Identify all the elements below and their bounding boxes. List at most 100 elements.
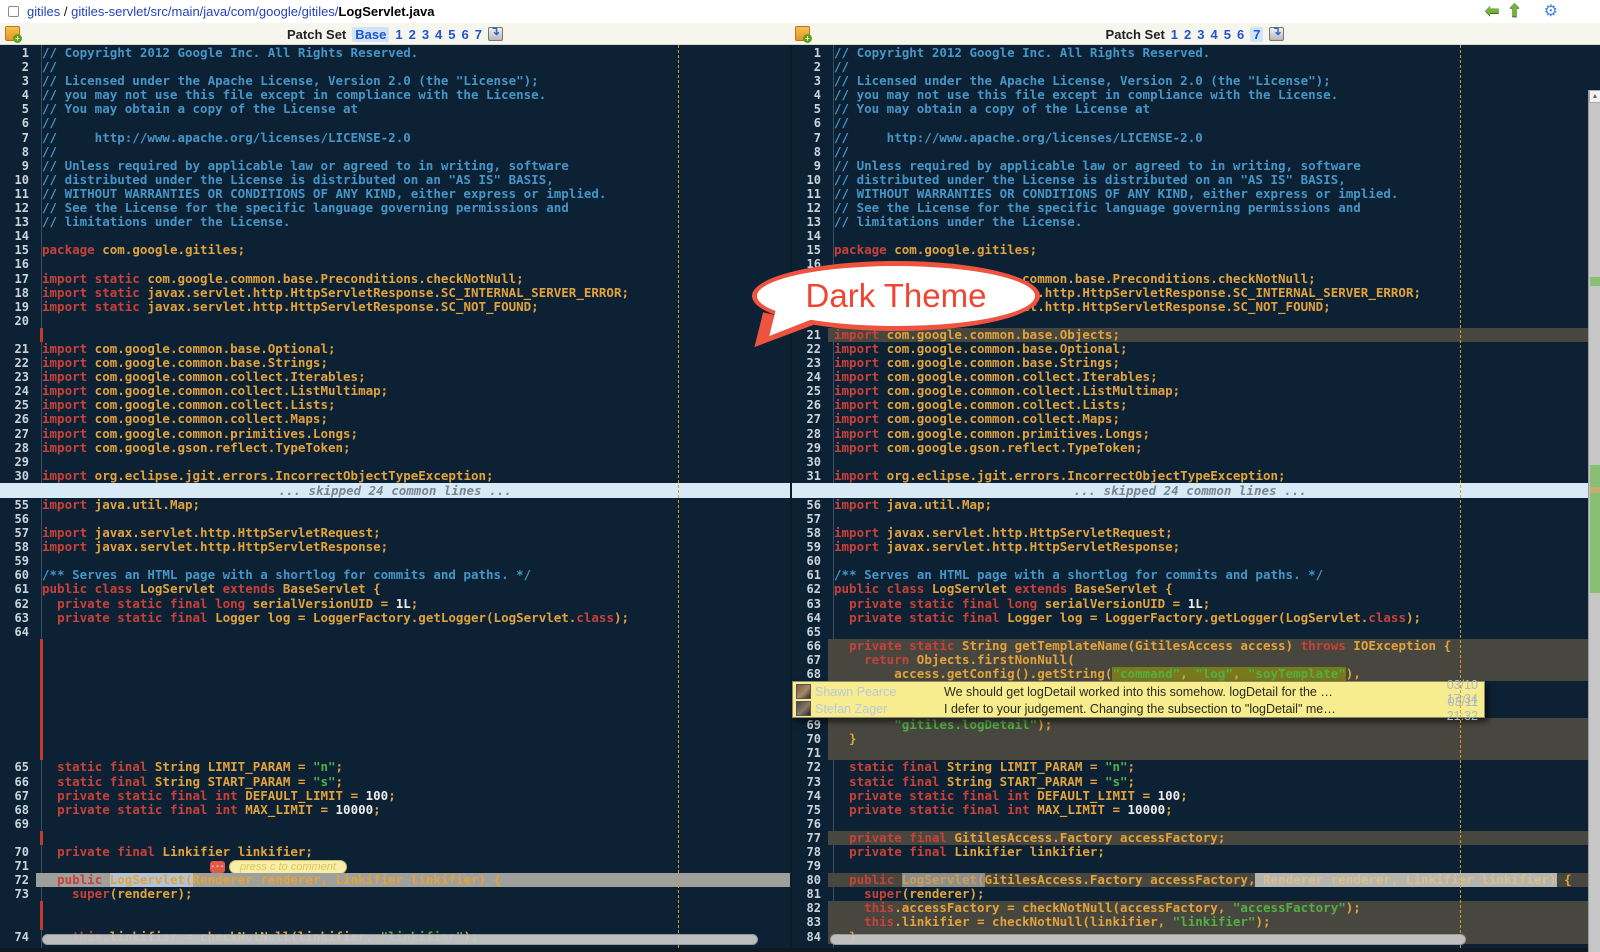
horizontal-scrollbar-right[interactable] xyxy=(830,934,1466,945)
line-number[interactable]: 24 xyxy=(792,370,828,384)
line-number[interactable]: 20 xyxy=(0,314,36,328)
line-number[interactable]: 18 xyxy=(0,286,36,300)
line-number[interactable]: 72 xyxy=(0,873,36,887)
line-number[interactable]: 25 xyxy=(0,398,36,412)
line-number[interactable]: 15 xyxy=(0,243,36,257)
download-patch-icon[interactable]: ↴ xyxy=(488,27,503,41)
patch-set-4[interactable]: 4 xyxy=(1211,27,1218,42)
line-number[interactable]: 8 xyxy=(0,145,36,159)
line-number[interactable]: 6 xyxy=(792,116,828,130)
line-number[interactable]: 6 xyxy=(0,116,36,130)
line-number[interactable]: 57 xyxy=(792,512,828,526)
line-number[interactable]: 55 xyxy=(0,498,36,512)
line-number[interactable]: 64 xyxy=(0,625,36,639)
line-number[interactable]: 70 xyxy=(792,732,828,746)
line-number[interactable]: 4 xyxy=(0,88,36,102)
patch-set-5[interactable]: 5 xyxy=(448,27,455,42)
line-number[interactable]: 14 xyxy=(0,229,36,243)
skipped-lines-banner[interactable]: ... skipped 24 common lines ... xyxy=(0,483,790,498)
line-number[interactable]: 7 xyxy=(0,131,36,145)
line-number[interactable]: 19 xyxy=(0,300,36,314)
line-number[interactable]: 29 xyxy=(792,441,828,455)
line-number[interactable]: 78 xyxy=(792,845,828,859)
line-number[interactable]: 23 xyxy=(0,370,36,384)
up-to-change-arrow-icon[interactable]: ⬆ xyxy=(1507,1,1521,21)
line-number[interactable]: 7 xyxy=(792,131,828,145)
line-number[interactable]: 58 xyxy=(792,526,828,540)
patch-set-3[interactable]: 3 xyxy=(1197,27,1204,42)
line-number[interactable]: 11 xyxy=(0,187,36,201)
line-number[interactable]: 73 xyxy=(792,775,828,789)
line-number[interactable]: 13 xyxy=(0,215,36,229)
line-number[interactable]: 63 xyxy=(0,611,36,625)
line-number[interactable]: 9 xyxy=(792,159,828,173)
line-number[interactable]: 12 xyxy=(0,201,36,215)
line-number[interactable]: 62 xyxy=(0,597,36,611)
line-number[interactable]: 70 xyxy=(0,845,36,859)
line-number[interactable]: 77 xyxy=(792,831,828,845)
line-number[interactable]: 75 xyxy=(792,803,828,817)
line-number[interactable]: 2 xyxy=(792,60,828,74)
line-number[interactable]: 5 xyxy=(792,102,828,116)
horizontal-scrollbar-left[interactable] xyxy=(42,934,758,945)
vertical-scrollbar[interactable]: ▲ xyxy=(1588,90,1600,952)
line-number[interactable]: 21 xyxy=(0,342,36,356)
file-checkbox[interactable] xyxy=(8,6,19,17)
line-number[interactable]: 30 xyxy=(0,469,36,483)
line-number[interactable]: 9 xyxy=(0,159,36,173)
line-number[interactable]: 83 xyxy=(792,915,828,929)
line-number[interactable]: 63 xyxy=(792,597,828,611)
line-number[interactable]: 74 xyxy=(0,930,36,944)
patch-set-1[interactable]: 1 xyxy=(395,27,402,42)
line-number[interactable]: 80 xyxy=(792,873,828,887)
patch-set-4[interactable]: 4 xyxy=(435,27,442,42)
line-number[interactable]: 27 xyxy=(0,427,36,441)
line-number[interactable]: 11 xyxy=(792,187,828,201)
line-number[interactable]: 76 xyxy=(792,817,828,831)
patch-set-base[interactable]: Base xyxy=(352,27,389,42)
line-number[interactable]: 1 xyxy=(0,46,36,60)
line-number[interactable]: 73 xyxy=(0,887,36,901)
line-number[interactable]: 26 xyxy=(0,412,36,426)
line-number[interactable]: 26 xyxy=(792,398,828,412)
line-number[interactable]: 10 xyxy=(0,173,36,187)
line-number[interactable]: 68 xyxy=(792,667,828,681)
line-number[interactable]: 10 xyxy=(792,173,828,187)
line-number[interactable]: 24 xyxy=(0,384,36,398)
line-number[interactable]: 56 xyxy=(0,512,36,526)
prev-file-arrow-icon[interactable]: ⬅ xyxy=(1485,1,1499,21)
line-number[interactable]: 74 xyxy=(792,789,828,803)
patch-set-5[interactable]: 5 xyxy=(1224,27,1231,42)
line-number[interactable]: 72 xyxy=(792,760,828,774)
line-number[interactable]: 67 xyxy=(792,653,828,667)
line-number[interactable]: 14 xyxy=(792,229,828,243)
skipped-lines-banner[interactable]: ... skipped 24 common lines ... xyxy=(792,483,1588,498)
patch-set-7[interactable]: 7 xyxy=(1250,27,1263,42)
line-number[interactable]: 79 xyxy=(792,859,828,873)
breadcrumb-path-link[interactable]: gitiles-servlet/src/main/java/com/google… xyxy=(71,4,338,19)
comment-row[interactable]: Stefan ZagerI defer to your judgement. C… xyxy=(795,700,1482,717)
line-number[interactable]: 71 xyxy=(792,746,828,760)
comment-row[interactable]: Shawn PearceWe should get logDetail work… xyxy=(795,683,1482,700)
line-number[interactable]: 59 xyxy=(792,540,828,554)
line-number[interactable]: 8 xyxy=(792,145,828,159)
line-number[interactable]: 62 xyxy=(792,582,828,596)
line-number[interactable]: 13 xyxy=(792,215,828,229)
settings-gear-icon[interactable]: ⚙ xyxy=(1544,1,1558,21)
line-number[interactable]: 65 xyxy=(792,625,828,639)
line-number[interactable]: 29 xyxy=(0,455,36,469)
line-number[interactable]: 25 xyxy=(792,384,828,398)
line-number[interactable]: 67 xyxy=(0,789,36,803)
line-number[interactable]: 12 xyxy=(792,201,828,215)
patch-set-7[interactable]: 7 xyxy=(475,27,482,42)
line-number[interactable]: 5 xyxy=(0,102,36,116)
line-number[interactable]: 68 xyxy=(0,803,36,817)
line-number[interactable]: 22 xyxy=(0,356,36,370)
patch-set-6[interactable]: 6 xyxy=(462,27,469,42)
patch-set-3[interactable]: 3 xyxy=(422,27,429,42)
line-number[interactable]: 82 xyxy=(792,901,828,915)
line-number[interactable]: 23 xyxy=(792,356,828,370)
line-number[interactable]: 66 xyxy=(792,639,828,653)
line-number[interactable]: 65 xyxy=(0,760,36,774)
patch-set-2[interactable]: 2 xyxy=(409,27,416,42)
